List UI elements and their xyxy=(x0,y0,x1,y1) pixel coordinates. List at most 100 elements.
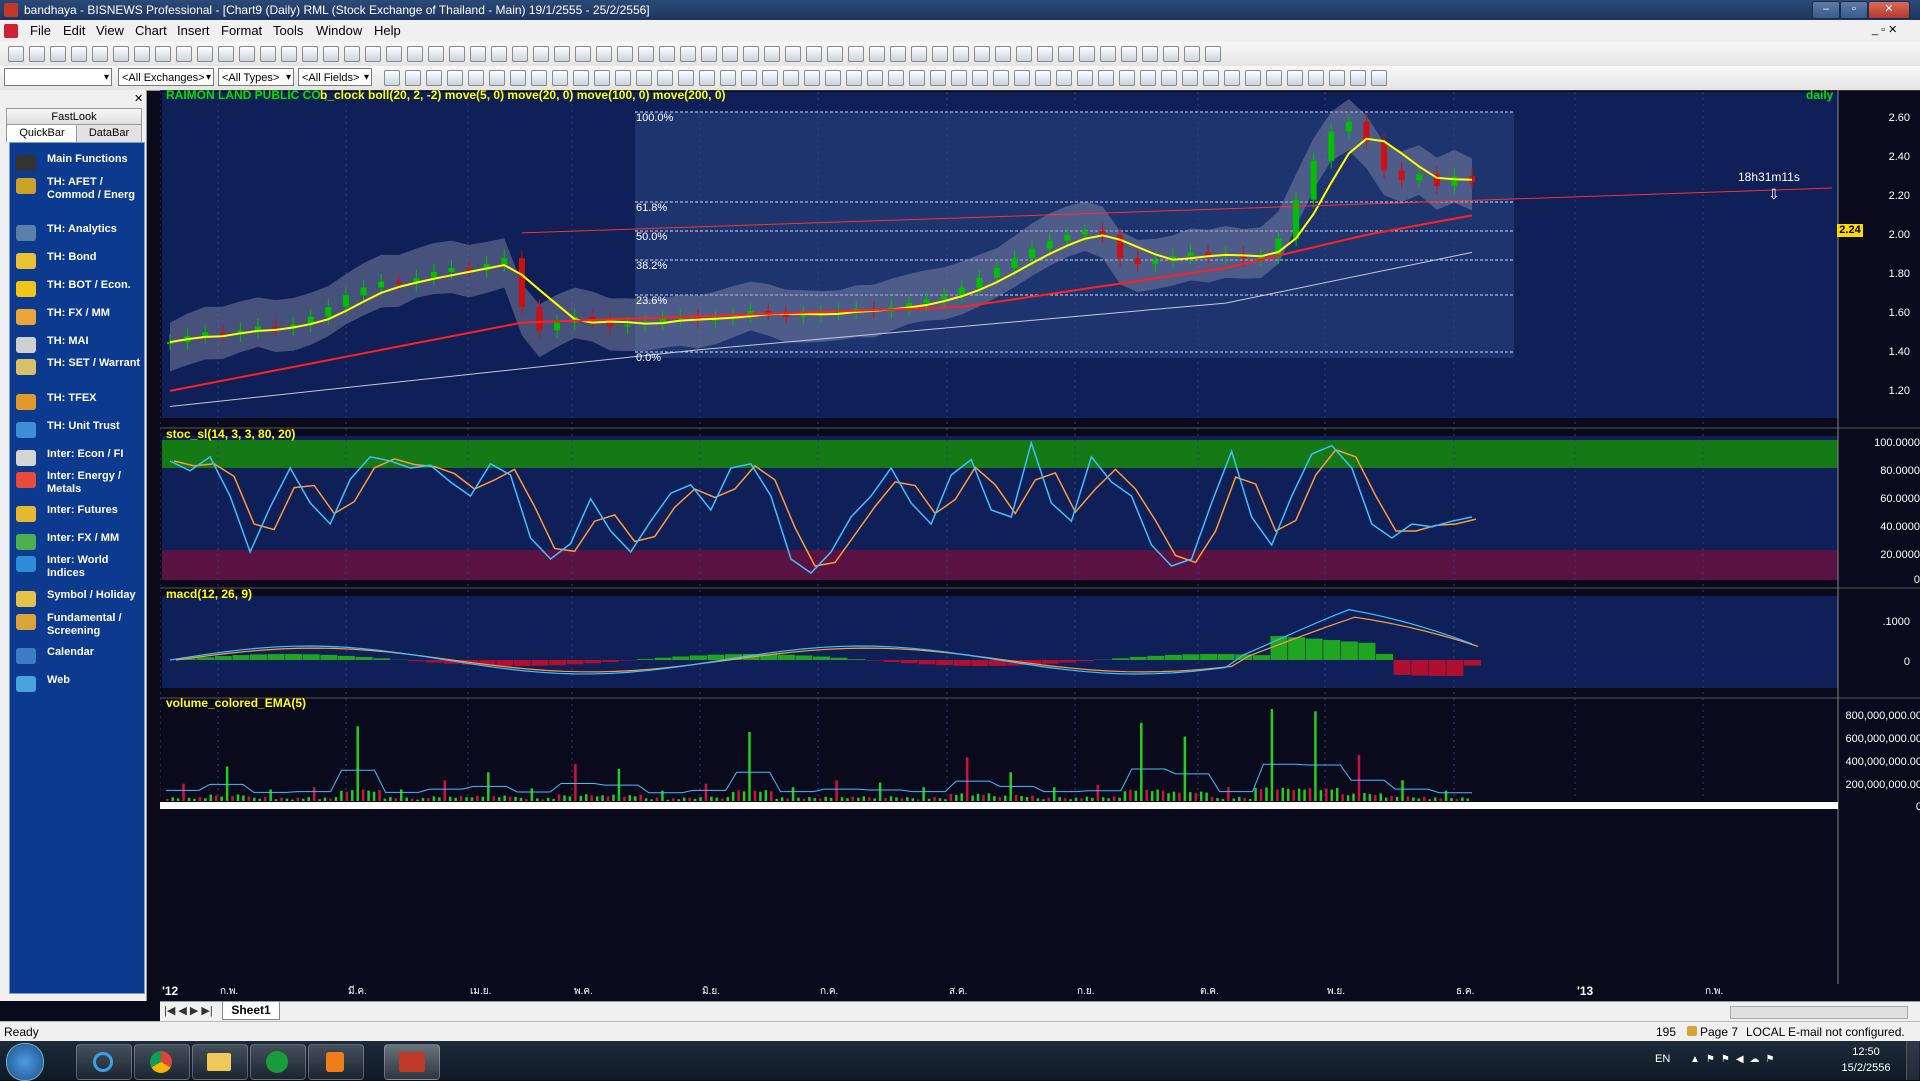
close-button[interactable]: ✕ xyxy=(1868,1,1910,19)
sidebar-item[interactable]: TH: SET / Warrant xyxy=(10,357,144,385)
tab-databar[interactable]: DataBar xyxy=(76,124,142,143)
sidebar-item[interactable]: TH: Unit Trust xyxy=(10,420,144,448)
toolbar-tool-icon[interactable] xyxy=(1056,70,1072,86)
toolbar-tool-icon[interactable] xyxy=(470,46,486,62)
minimize-button[interactable]: – xyxy=(1812,1,1840,19)
clock-time[interactable]: 12:50 xyxy=(1836,1046,1896,1058)
toolbar-tool-icon[interactable] xyxy=(1205,46,1221,62)
clock-date[interactable]: 15/2/2556 xyxy=(1832,1062,1900,1074)
toolbar-tool-icon[interactable] xyxy=(1142,46,1158,62)
bisnews-taskbar-icon[interactable] xyxy=(384,1044,440,1080)
type-filter[interactable]: <All Types> xyxy=(218,68,294,86)
toolbar-tool-icon[interactable] xyxy=(323,46,339,62)
sidebar-item[interactable]: Inter: Futures xyxy=(10,504,144,532)
menu-edit[interactable]: Edit xyxy=(63,23,85,38)
toolbar-tool-icon[interactable] xyxy=(239,46,255,62)
toolbar-tool-icon[interactable] xyxy=(1016,46,1032,62)
toolbar-tool-icon[interactable] xyxy=(386,46,402,62)
toolbar-tool-icon[interactable] xyxy=(1182,70,1198,86)
sidebar-item[interactable]: TH: FX / MM xyxy=(10,307,144,335)
toolbar-tool-icon[interactable] xyxy=(806,46,822,62)
toolbar-tool-icon[interactable] xyxy=(512,46,528,62)
toolbar-tool-icon[interactable] xyxy=(699,70,715,86)
toolbar-tool-icon[interactable] xyxy=(869,46,885,62)
toolbar-tool-icon[interactable] xyxy=(594,70,610,86)
toolbar-tool-icon[interactable] xyxy=(1163,46,1179,62)
menu-help[interactable]: Help xyxy=(374,23,401,38)
sheet-nav-arrows[interactable]: |◀ ◀ ▶ ▶| xyxy=(164,1004,213,1017)
toolbar-tool-icon[interactable] xyxy=(848,46,864,62)
sidebar-item[interactable]: TH: Analytics xyxy=(10,223,144,251)
chart-window[interactable]: RAIMON LAND PUBLIC CO., b_clock boll(20,… xyxy=(160,90,1920,1002)
toolbar-tool-icon[interactable] xyxy=(911,46,927,62)
toolbar-tool-icon[interactable] xyxy=(50,46,66,62)
toolbar-tool-icon[interactable] xyxy=(1035,70,1051,86)
toolbar-tool-icon[interactable] xyxy=(407,46,423,62)
toolbar-tool-icon[interactable] xyxy=(134,46,150,62)
toolbar-tool-icon[interactable] xyxy=(951,70,967,86)
toolbar-tool-icon[interactable] xyxy=(930,70,946,86)
chart-canvas[interactable] xyxy=(160,90,1920,1002)
symbol-combo[interactable] xyxy=(4,68,112,86)
toolbar-tool-icon[interactable] xyxy=(783,70,799,86)
sheet-tab[interactable]: Sheet1 xyxy=(222,1002,280,1020)
toolbar-tool-icon[interactable] xyxy=(1329,70,1345,86)
toolbar-tool-icon[interactable] xyxy=(1184,46,1200,62)
toolbar-tool-icon[interactable] xyxy=(449,46,465,62)
media-player-taskbar-icon[interactable] xyxy=(308,1044,364,1080)
toolbar-tool-icon[interactable] xyxy=(638,46,654,62)
toolbar-tool-icon[interactable] xyxy=(510,70,526,86)
start-button-icon[interactable] xyxy=(6,1043,44,1081)
toolbar-tool-icon[interactable] xyxy=(909,70,925,86)
toolbar-tool-icon[interactable] xyxy=(71,46,87,62)
sidebar-item[interactable]: Inter: World Indices xyxy=(10,554,144,582)
toolbar-tool-icon[interactable] xyxy=(762,70,778,86)
toolbar-tool-icon[interactable] xyxy=(657,70,673,86)
toolbar-tool-icon[interactable] xyxy=(1100,46,1116,62)
toolbar-tool-icon[interactable] xyxy=(1079,46,1095,62)
toolbar-tool-icon[interactable] xyxy=(741,70,757,86)
exchange-filter[interactable]: <All Exchanges> xyxy=(118,68,214,86)
menu-tools[interactable]: Tools xyxy=(273,23,303,38)
maximize-button[interactable]: ▫ xyxy=(1840,1,1868,19)
toolbar-tool-icon[interactable] xyxy=(365,46,381,62)
menu-file[interactable]: File xyxy=(30,23,51,38)
toolbar-tool-icon[interactable] xyxy=(573,70,589,86)
toolbar-tool-icon[interactable] xyxy=(491,46,507,62)
toolbar-tool-icon[interactable] xyxy=(113,46,129,62)
menu-view[interactable]: View xyxy=(96,23,124,38)
toolbar-tool-icon[interactable] xyxy=(554,46,570,62)
sidebar-item[interactable]: Inter: Energy / Metals xyxy=(10,470,144,498)
toolbar-tool-icon[interactable] xyxy=(531,70,547,86)
toolbar-tool-icon[interactable] xyxy=(804,70,820,86)
toolbar-tool-icon[interactable] xyxy=(846,70,862,86)
ie-taskbar-icon[interactable] xyxy=(76,1044,132,1080)
toolbar-tool-icon[interactable] xyxy=(575,46,591,62)
sidebar-item[interactable]: Web xyxy=(10,674,144,702)
toolbar-tool-icon[interactable] xyxy=(1037,46,1053,62)
toolbar-tool-icon[interactable] xyxy=(764,46,780,62)
toolbar-tool-icon[interactable] xyxy=(218,46,234,62)
show-desktop-button[interactable] xyxy=(1906,1041,1919,1080)
toolbar-tool-icon[interactable] xyxy=(1119,70,1135,86)
sidebar-item[interactable]: TH: TFEX xyxy=(10,392,144,420)
toolbar-tool-icon[interactable] xyxy=(720,70,736,86)
menu-format[interactable]: Format xyxy=(221,23,262,38)
mdi-window-controls[interactable]: _ ▫ ✕ xyxy=(1872,23,1897,36)
toolbar-tool-icon[interactable] xyxy=(176,46,192,62)
toolbar-tool-icon[interactable] xyxy=(426,70,442,86)
system-tray-icons[interactable]: ▲⚑⚑◀☁⚑ xyxy=(1690,1054,1780,1065)
toolbar-tool-icon[interactable] xyxy=(1308,70,1324,86)
toolbar-tool-icon[interactable] xyxy=(1121,46,1137,62)
toolbar-tool-icon[interactable] xyxy=(972,70,988,86)
toolbar-tool-icon[interactable] xyxy=(617,46,633,62)
toolbar-tool-icon[interactable] xyxy=(489,70,505,86)
toolbar-tool-icon[interactable] xyxy=(1224,70,1240,86)
toolbar-tool-icon[interactable] xyxy=(825,70,841,86)
sidebar-item[interactable]: TH: BOT / Econ. xyxy=(10,279,144,307)
chrome-taskbar-icon[interactable] xyxy=(134,1044,190,1080)
toolbar-tool-icon[interactable] xyxy=(260,46,276,62)
horizontal-scrollbar[interactable] xyxy=(1730,1006,1908,1019)
toolbar-tool-icon[interactable] xyxy=(1014,70,1030,86)
toolbar-tool-icon[interactable] xyxy=(1098,70,1114,86)
